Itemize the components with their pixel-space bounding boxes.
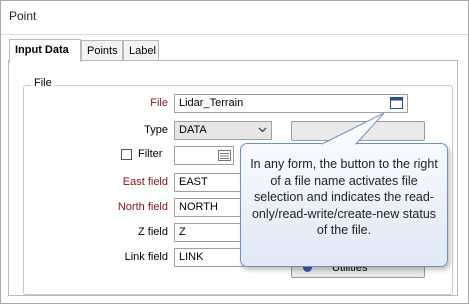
file-label: File bbox=[150, 97, 168, 109]
title-divider bbox=[1, 34, 468, 35]
filter-checkbox[interactable] bbox=[121, 149, 132, 160]
tab-input-data[interactable]: Input Data bbox=[9, 39, 81, 62]
hidden-button-1[interactable] bbox=[291, 121, 425, 141]
z-field-input[interactable]: Z bbox=[174, 223, 244, 242]
help-tooltip: In any form, the button to the right of … bbox=[240, 143, 448, 267]
file-status-icon bbox=[390, 97, 403, 109]
tab-points[interactable]: Points bbox=[81, 40, 123, 61]
filter-editor-icon[interactable] bbox=[218, 150, 231, 161]
filter-label: Filter bbox=[138, 148, 163, 160]
east-field-label: East field bbox=[122, 176, 168, 188]
window-title: Point bbox=[9, 9, 37, 23]
tab-label[interactable]: Label bbox=[123, 40, 159, 61]
file-input[interactable]: Lidar_Terrain bbox=[174, 94, 408, 113]
east-field-input[interactable]: EAST bbox=[174, 173, 244, 192]
link-field-input[interactable]: LINK bbox=[174, 248, 244, 267]
tooltip-text: In any form, the button to the right of … bbox=[250, 157, 438, 237]
file-group-label: File bbox=[31, 77, 55, 89]
file-browse-button[interactable] bbox=[389, 96, 405, 111]
north-field-input[interactable]: NORTH bbox=[174, 198, 244, 217]
type-label: Type bbox=[144, 124, 168, 136]
north-field-label: North field bbox=[117, 201, 168, 213]
z-field-label: Z field bbox=[138, 226, 168, 238]
chevron-down-icon[interactable] bbox=[258, 127, 267, 133]
link-field-label: Link field bbox=[124, 251, 168, 263]
